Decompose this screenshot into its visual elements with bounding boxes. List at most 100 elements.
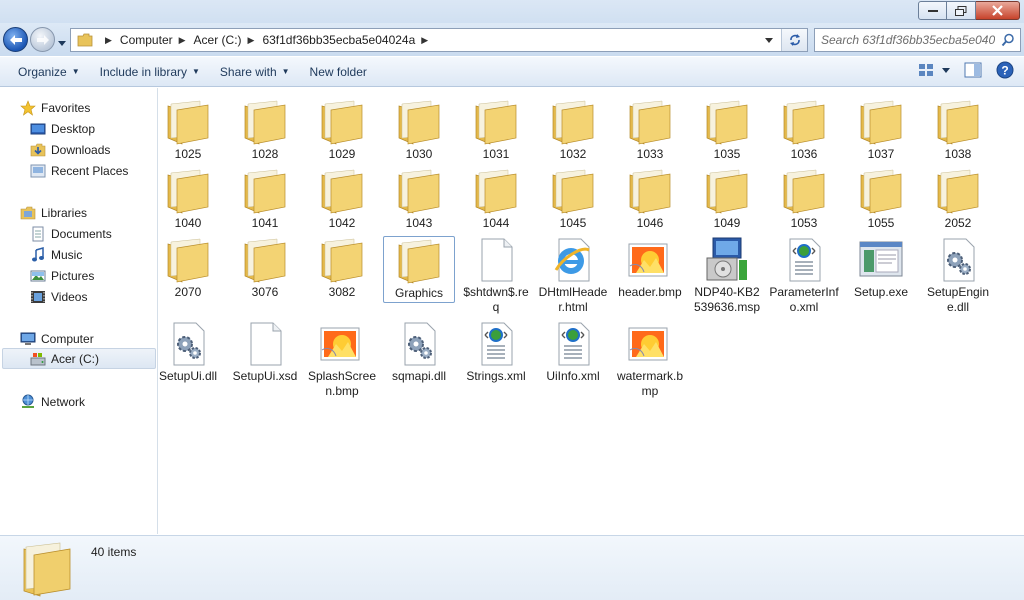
breadcrumb-current-folder[interactable]: 63f1df36bb35ecba5e04024a [262,33,415,47]
hard-drive-icon [30,352,46,365]
libraries-icon [20,206,36,219]
file-name: ParameterInfo.xml [769,285,839,314]
breadcrumb-acer[interactable]: Acer (C:) [194,33,242,47]
new-folder-button[interactable]: New folder [300,57,377,86]
file-item[interactable]: 2052 [922,167,994,231]
file-item[interactable]: 1033 [614,98,686,162]
nav-computer-label: Computer [41,331,94,346]
file-item[interactable]: 1028 [229,98,301,162]
chevron-down-icon: ▼ [281,67,290,76]
file-item[interactable]: 1025 [152,98,224,162]
file-item[interactable]: 1044 [460,167,532,231]
file-item[interactable]: 2070 [152,236,224,300]
restore-button[interactable] [947,1,976,20]
file-item[interactable]: UiInfo.xml [537,320,609,384]
file-item[interactable]: header.bmp [614,236,686,300]
nav-videos[interactable]: Videos [30,286,87,307]
file-item[interactable]: SetupUi.dll [152,320,224,384]
desktop-icon [30,123,46,134]
recent-pages-dropdown[interactable] [58,35,66,49]
file-item[interactable]: Strings.xml [460,320,532,384]
navigation-pane: Favorites Desktop Downloads Recent Place… [0,88,158,534]
file-item[interactable]: 1041 [229,167,301,231]
file-item[interactable]: 3082 [306,236,378,300]
back-button[interactable] [3,27,28,52]
svg-text:?: ? [1001,64,1008,78]
file-item[interactable]: 1030 [383,98,455,162]
preview-pane-icon[interactable] [964,62,982,78]
forward-button[interactable] [30,27,55,52]
nav-music-label: Music [51,247,83,262]
blank-file-icon [241,320,289,368]
nav-computer[interactable]: Computer [20,328,94,349]
breadcrumb-computer[interactable]: Computer [120,33,173,47]
file-item[interactable]: 1042 [306,167,378,231]
include-in-library-menu[interactable]: Include in library ▼ [90,57,210,86]
address-bar[interactable]: ▶ Computer ▶ Acer (C:) ▶ 63f1df36bb35ecb… [70,28,808,52]
close-button[interactable] [976,1,1020,20]
minimize-icon [927,9,938,12]
help-icon[interactable]: ? [996,61,1014,79]
file-item[interactable]: 1055 [845,167,917,231]
nav-acer-drive[interactable]: Acer (C:) [2,348,156,369]
refresh-button[interactable] [781,29,807,51]
nav-libraries[interactable]: Libraries [20,202,87,223]
file-item[interactable]: $shtdwn$.req [460,236,532,315]
organize-menu[interactable]: Organize ▼ [0,57,90,86]
change-view-button[interactable] [918,63,950,77]
nav-desktop[interactable]: Desktop [30,118,95,139]
file-item[interactable]: 3076 [229,236,301,300]
file-item[interactable]: 1036 [768,98,840,162]
file-item[interactable]: SetupEngine.dll [922,236,994,315]
search-input[interactable]: Search 63f1df36bb35ecba5e040... [815,33,995,47]
file-item[interactable]: Graphics [383,236,455,303]
search-box[interactable]: Search 63f1df36bb35ecba5e040... [814,28,1021,52]
file-item[interactable]: SplashScreen.bmp [306,320,378,399]
file-item[interactable]: NDP40-KB2539636.msp [691,236,763,315]
breadcrumb-separator[interactable]: ▶ [99,35,120,46]
file-item[interactable]: 1043 [383,167,455,231]
xml-file-icon [472,320,520,368]
search-icon[interactable] [1001,33,1015,47]
file-name: Strings.xml [466,369,526,383]
breadcrumb-separator[interactable]: ▶ [415,35,436,46]
nav-pictures[interactable]: Pictures [30,265,94,286]
share-with-menu[interactable]: Share with ▼ [210,57,300,86]
file-item[interactable]: 1046 [614,167,686,231]
file-item[interactable]: 1032 [537,98,609,162]
nav-documents[interactable]: Documents [30,223,112,244]
nav-favorites[interactable]: Favorites [20,97,90,118]
file-item[interactable]: 1037 [845,98,917,162]
breadcrumb-separator[interactable]: ▶ [173,35,194,46]
address-dropdown[interactable] [761,29,777,51]
folder-icon [395,98,443,146]
file-item[interactable]: 1049 [691,167,763,231]
file-item[interactable]: 1035 [691,98,763,162]
minimize-button[interactable] [918,1,947,20]
file-list-view: 1025 1028 1029 1030 1031 1032 1033 1035 1036 1037… [159,88,1024,534]
breadcrumb-separator[interactable]: ▶ [242,35,263,46]
file-item[interactable]: watermark.bmp [614,320,686,399]
nav-downloads[interactable]: Downloads [30,139,110,160]
nav-music[interactable]: Music [30,244,82,265]
bmp-file-icon [626,320,674,368]
file-item[interactable]: SetupUi.xsd [229,320,301,384]
file-item[interactable]: 1053 [768,167,840,231]
file-item[interactable]: 1031 [460,98,532,162]
file-item[interactable]: Setup.exe [845,236,917,300]
file-item[interactable]: 1029 [306,98,378,162]
file-item[interactable]: ParameterInfo.xml [768,236,840,315]
file-item[interactable]: DHtmlHeader.html [537,236,609,315]
nav-acer-label: Acer (C:) [51,351,99,366]
nav-favorites-label: Favorites [41,100,91,115]
file-item[interactable]: 1040 [152,167,224,231]
file-name: 1053 [790,216,818,230]
nav-libraries-label: Libraries [41,205,88,220]
file-item[interactable]: sqmapi.dll [383,320,455,384]
file-item[interactable]: 1038 [922,98,994,162]
file-item[interactable]: 1045 [537,167,609,231]
file-name: 1038 [944,147,972,161]
nav-recent-places[interactable]: Recent Places [30,160,128,181]
folder-icon [934,98,982,146]
nav-network[interactable]: Network [20,391,85,412]
